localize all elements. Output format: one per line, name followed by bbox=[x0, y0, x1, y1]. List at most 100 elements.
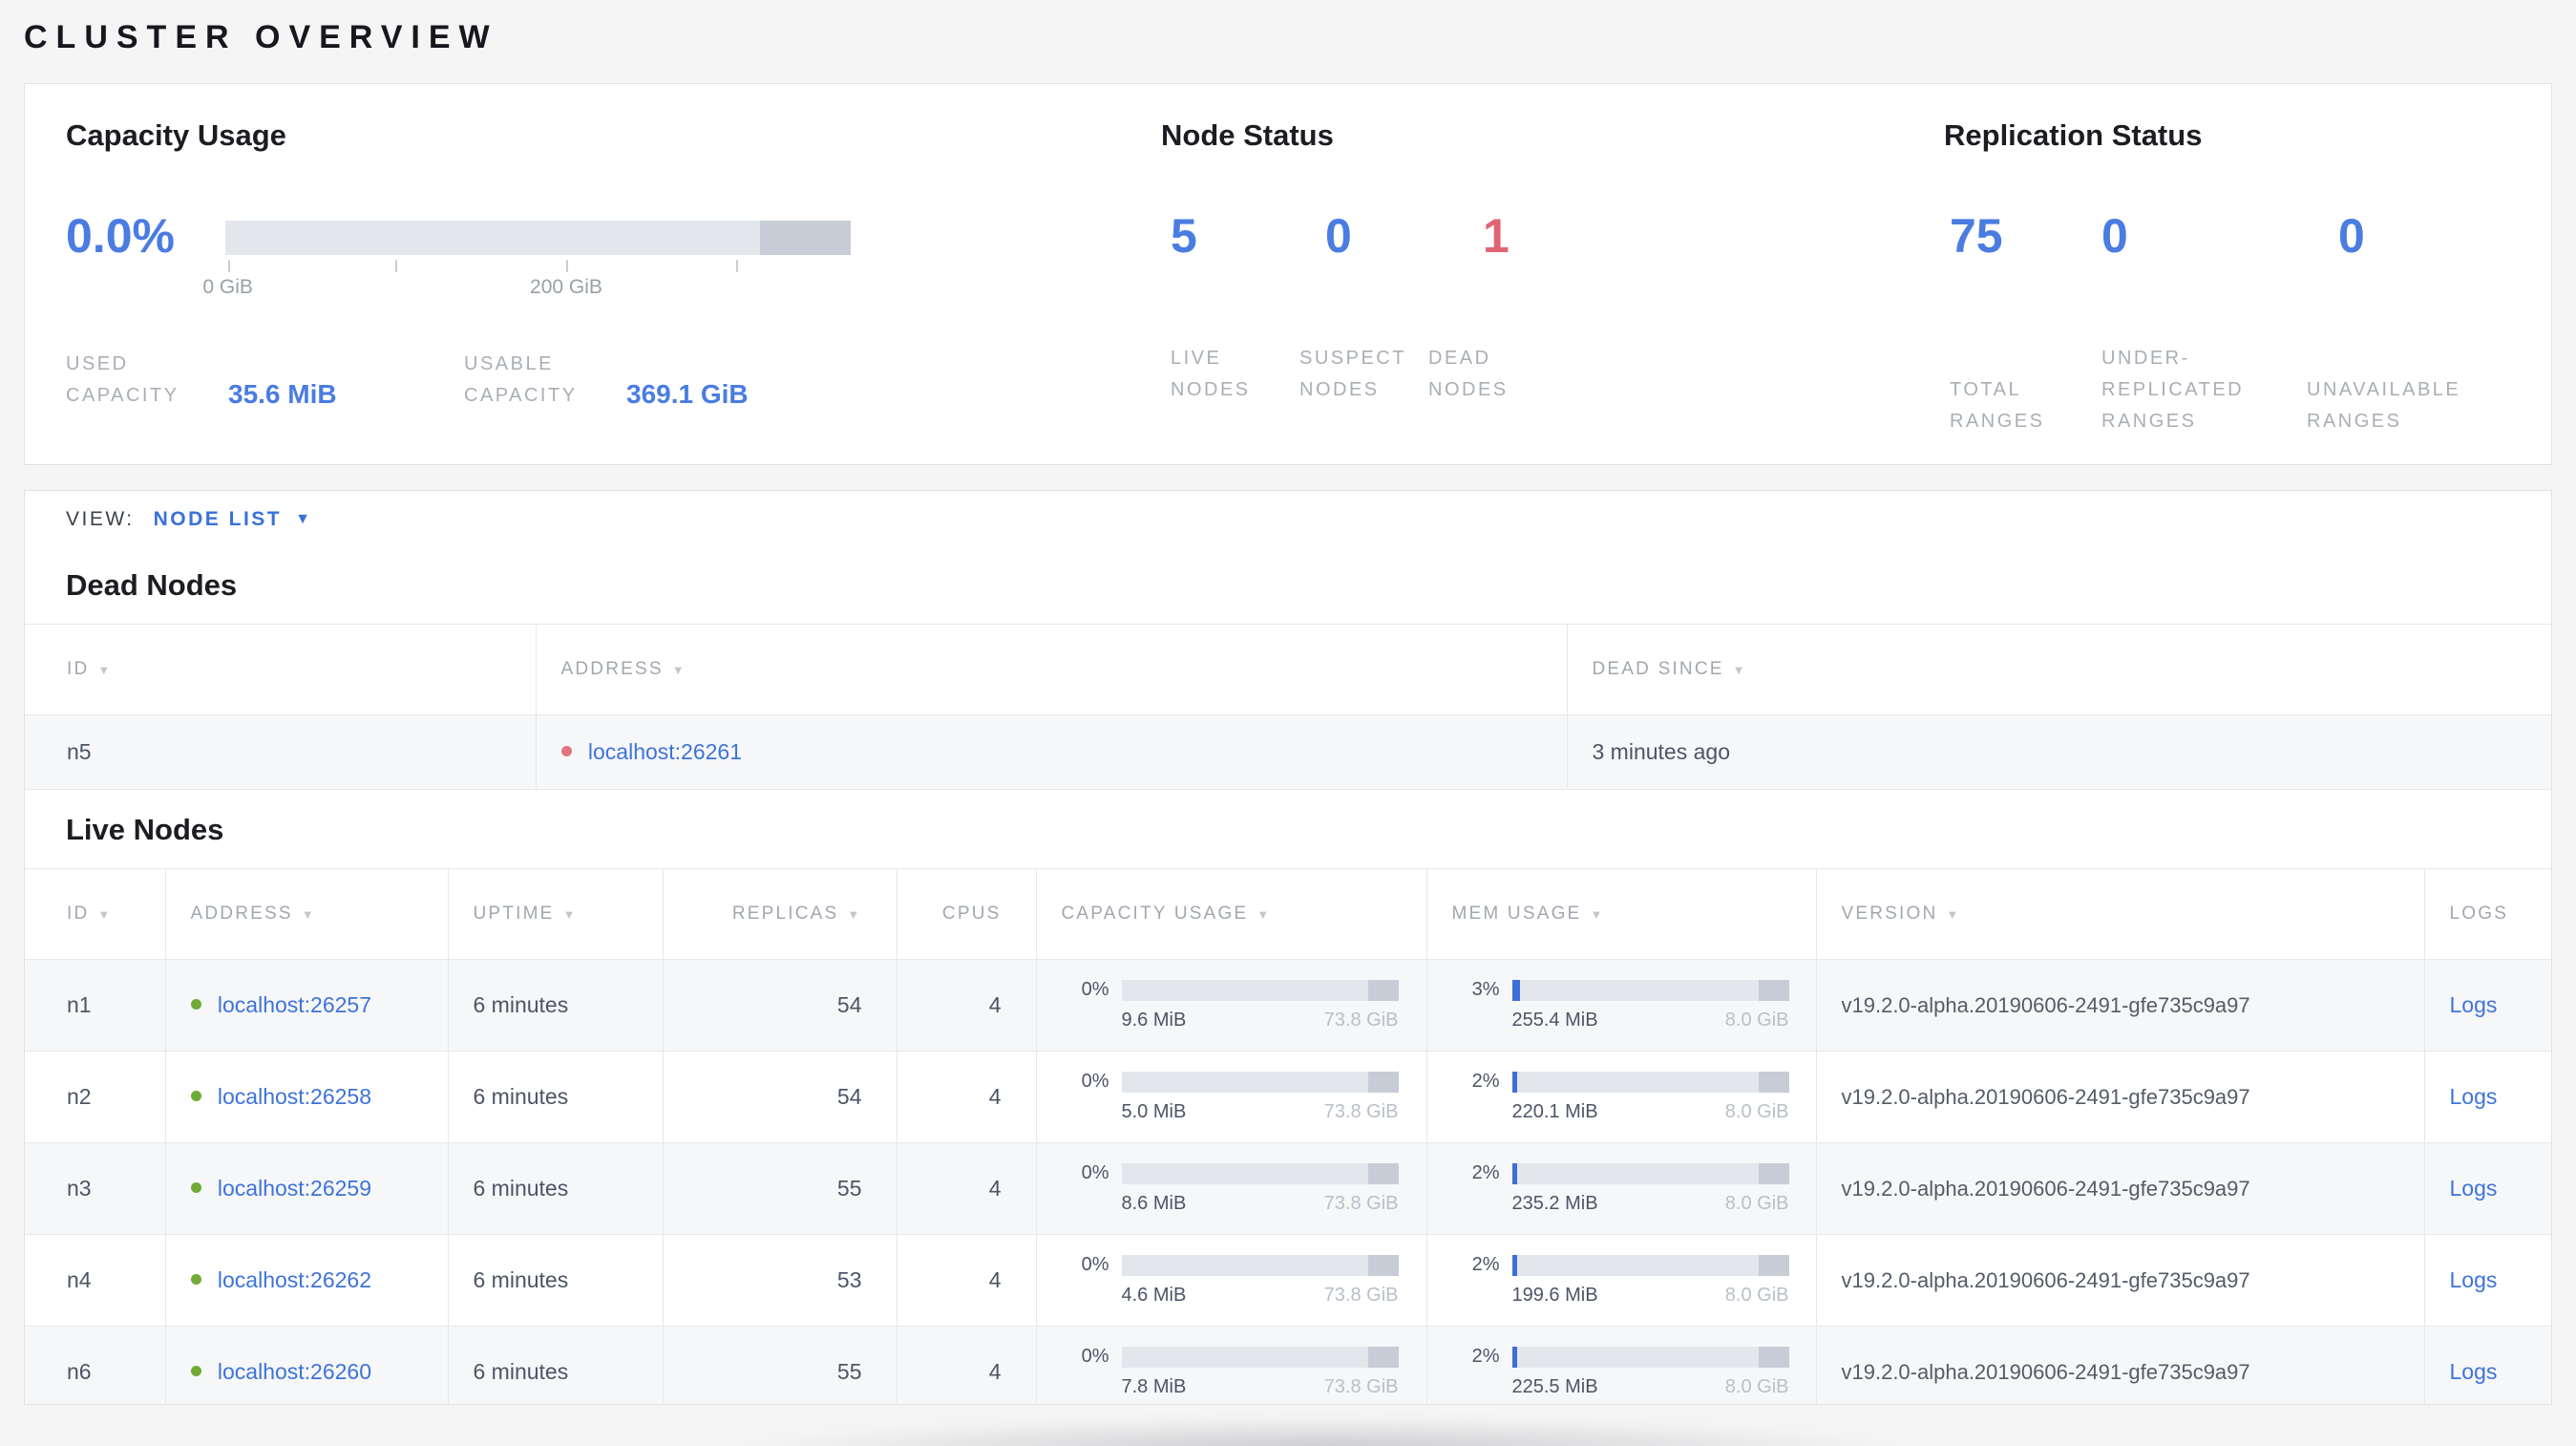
dead-nodes-title: Dead Nodes bbox=[66, 568, 238, 602]
capacity-bar-track bbox=[225, 221, 851, 255]
page-title: CLUSTER OVERVIEW bbox=[24, 19, 498, 55]
live-node-capacity-cell: 0% 4.6 MiB 73.8 GiB bbox=[1036, 1234, 1427, 1327]
live-node-address-cell: localhost:26260 bbox=[165, 1326, 449, 1404]
live-nodes-table: ID ▼ ADDRESS ▼ UPTIME ▼ REPLICAS ▼ CPUS CAPA… bbox=[25, 868, 2551, 1405]
live-node-logs-cell: Logs bbox=[2424, 1327, 2551, 1405]
live-col-header-cpus: CPUS bbox=[897, 868, 1037, 960]
suspect-nodes-label: SUSPECT NODES bbox=[1299, 348, 1406, 400]
sort-arrow-icon: ▼ bbox=[562, 907, 578, 922]
view-label: VIEW: bbox=[66, 507, 135, 530]
live-nodes-label: LIVE NODES bbox=[1171, 348, 1251, 400]
live-node-logs-cell: Logs bbox=[2424, 1143, 2551, 1235]
live-node-address-link[interactable]: localhost:26259 bbox=[218, 1176, 371, 1201]
capacity-usage-section: Capacity Usage 0.0% 0 GiB 200 GiB USED C… bbox=[25, 117, 1161, 464]
live-col-header-id[interactable]: ID ▼ bbox=[25, 868, 166, 960]
dead-col-header-dead-since[interactable]: DEAD SINCE ▼ bbox=[1567, 625, 2551, 715]
live-node-uptime: 6 minutes bbox=[448, 959, 664, 1052]
dead-status-icon bbox=[560, 746, 572, 757]
live-node-cpus: 4 bbox=[897, 1234, 1037, 1327]
bottom-shadow-artifact bbox=[726, 1417, 1919, 1446]
usable-capacity-label: USABLE CAPACITY bbox=[464, 353, 578, 406]
view-selector-dropdown[interactable]: NODE LIST ▼ bbox=[154, 508, 310, 531]
live-node-mem-cell: 3% 255.4 MiB 8.0 GiB bbox=[1426, 959, 1817, 1052]
chevron-down-icon: ▼ bbox=[295, 510, 310, 527]
capacity-total-value: 73.8 GiB bbox=[1323, 1101, 1399, 1122]
mem-usage-bar bbox=[1511, 1162, 1789, 1184]
logs-link[interactable]: Logs bbox=[2450, 992, 2498, 1017]
live-col-header-replicas[interactable]: REPLICAS ▼ bbox=[663, 868, 897, 960]
live-col-header-logs: LOGS bbox=[2449, 904, 2509, 924]
capacity-percent-label: 0% bbox=[1081, 979, 1109, 1000]
sort-arrow-icon: ▼ bbox=[1946, 907, 1961, 922]
live-node-id: n4 bbox=[25, 1234, 166, 1327]
live-node-mem-cell: 2% 220.1 MiB 8.0 GiB bbox=[1426, 1051, 1817, 1143]
dead-nodes-table: ID ▼ ADDRESS ▼ DEAD SINCE ▼ n5 localhost:26… bbox=[25, 624, 2551, 790]
capacity-used-value: 7.8 MiB bbox=[1121, 1376, 1187, 1397]
mem-percent-label: 2% bbox=[1471, 1346, 1500, 1367]
dead-col-header-address[interactable]: ADDRESS ▼ bbox=[536, 624, 1568, 715]
capacity-used-value: 8.6 MiB bbox=[1121, 1193, 1187, 1214]
overview-card: Capacity Usage 0.0% 0 GiB 200 GiB USED C… bbox=[24, 83, 2552, 465]
live-node-address-cell: localhost:26259 bbox=[165, 1142, 449, 1235]
dead-nodes-count: 1 bbox=[1483, 209, 1510, 263]
mem-total-value: 8.0 GiB bbox=[1724, 1010, 1789, 1031]
used-capacity-stat: USED CAPACITY 35.6 MiB bbox=[66, 349, 464, 412]
logs-link[interactable]: Logs bbox=[2450, 1176, 2498, 1201]
capacity-percent-label: 0% bbox=[1081, 1162, 1109, 1183]
live-node-version: v19.2.0-alpha.20190606-2491-gfe735c9a97 bbox=[1816, 1234, 2425, 1327]
view-selected-value: NODE LIST bbox=[153, 507, 283, 530]
live-node-address-link[interactable]: localhost:26262 bbox=[218, 1267, 371, 1292]
mem-percent-label: 2% bbox=[1471, 1254, 1500, 1275]
live-col-header-uptime[interactable]: UPTIME ▼ bbox=[448, 868, 664, 960]
mem-used-value: 199.6 MiB bbox=[1511, 1285, 1598, 1306]
logs-link[interactable]: Logs bbox=[2450, 1267, 2498, 1292]
dead-node-address-link[interactable]: localhost:26261 bbox=[588, 739, 742, 764]
live-node-address-cell: localhost:26257 bbox=[165, 959, 449, 1052]
live-status-icon bbox=[190, 1366, 201, 1377]
mem-usage-bar bbox=[1511, 1071, 1789, 1093]
axis-tick bbox=[395, 260, 398, 272]
live-node-cpus: 4 bbox=[897, 1142, 1037, 1235]
suspect-nodes-count: 0 bbox=[1325, 209, 1352, 263]
live-node-row: n3 localhost:26259 6 minutes 55 4 0% 8.6… bbox=[25, 1142, 2551, 1235]
live-node-address-cell: localhost:26258 bbox=[165, 1051, 449, 1143]
logs-link[interactable]: Logs bbox=[2450, 1359, 2498, 1384]
under-replicated-ranges-count: 0 bbox=[2101, 209, 2128, 263]
live-col-header-capacity-usage[interactable]: CAPACITY USAGE ▼ bbox=[1036, 868, 1427, 960]
sort-arrow-icon: ▼ bbox=[97, 907, 113, 922]
live-node-row: n2 localhost:26258 6 minutes 54 4 0% 5.0… bbox=[25, 1051, 2551, 1143]
live-node-id: n1 bbox=[25, 959, 166, 1052]
live-node-address-link[interactable]: localhost:26257 bbox=[218, 992, 371, 1017]
mem-total-value: 8.0 GiB bbox=[1724, 1193, 1789, 1214]
total-ranges-count: 75 bbox=[1950, 209, 2003, 263]
logs-link[interactable]: Logs bbox=[2450, 1084, 2498, 1109]
nodes-tables-card: Dead Nodes ID ▼ ADDRESS ▼ DEAD SINCE ▼ n5 l… bbox=[24, 547, 2552, 1405]
mem-total-value: 8.0 GiB bbox=[1724, 1101, 1789, 1122]
live-node-address-link[interactable]: localhost:26258 bbox=[218, 1084, 371, 1109]
live-nodes-title: Live Nodes bbox=[66, 813, 224, 846]
live-node-version: v19.2.0-alpha.20190606-2491-gfe735c9a97 bbox=[1816, 1142, 2425, 1235]
live-col-header-address[interactable]: ADDRESS ▼ bbox=[165, 868, 449, 960]
mem-percent-label: 3% bbox=[1471, 979, 1500, 1000]
sort-arrow-icon: ▼ bbox=[301, 907, 316, 922]
live-status-icon bbox=[190, 1091, 201, 1102]
dead-node-address-cell: localhost:26261 bbox=[536, 714, 1568, 790]
mem-used-value: 255.4 MiB bbox=[1511, 1010, 1598, 1031]
capacity-usage-bar bbox=[1121, 1071, 1399, 1093]
capacity-used-value: 4.6 MiB bbox=[1121, 1285, 1187, 1306]
view-bar: VIEW: NODE LIST ▼ bbox=[24, 490, 2552, 547]
live-status-icon bbox=[190, 999, 201, 1010]
live-col-header-version[interactable]: VERSION ▼ bbox=[1816, 868, 2425, 960]
unavailable-ranges-count: 0 bbox=[2338, 209, 2365, 263]
sort-arrow-icon: ▼ bbox=[1256, 907, 1272, 922]
mem-total-value: 8.0 GiB bbox=[1724, 1285, 1789, 1306]
live-node-row: n6 localhost:26260 6 minutes 55 4 0% 7.8… bbox=[25, 1326, 2551, 1405]
mem-used-value: 220.1 MiB bbox=[1511, 1101, 1598, 1122]
capacity-usage-bar bbox=[1121, 979, 1399, 1001]
axis-tick bbox=[736, 260, 739, 272]
live-status-icon bbox=[190, 1274, 201, 1286]
capacity-used-percent: 0.0% bbox=[66, 209, 175, 263]
dead-col-header-id[interactable]: ID ▼ bbox=[25, 624, 537, 715]
live-node-address-link[interactable]: localhost:26260 bbox=[218, 1359, 371, 1384]
live-col-header-mem-usage[interactable]: MEM USAGE ▼ bbox=[1426, 868, 1817, 960]
